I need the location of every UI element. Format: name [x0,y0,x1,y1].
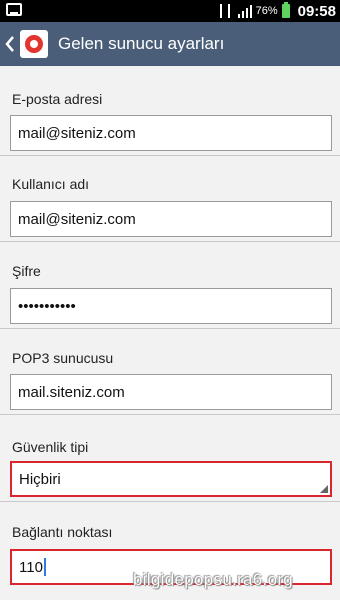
action-bar: Gelen sunucu ayarları [0,22,340,66]
security-section: Güvenlik tipi Hiçbiri [0,415,340,502]
email-app-icon[interactable] [20,30,48,58]
clock: 09:58 [297,2,336,20]
password-label: Şifre [12,263,41,279]
password-field[interactable]: ••••••••••• [10,288,332,324]
port-value: 110 [19,558,43,576]
security-label: Güvenlik tipi [12,439,89,455]
image-notification-icon [6,3,22,16]
dropdown-indicator-icon [320,485,328,493]
username-label: Kullanıcı adı [12,176,90,192]
email-label: E-posta adresi [12,91,103,107]
status-bar: 76% 09:58 [0,0,340,22]
pop3-section: POP3 sunucusu mail.siteniz.com [0,329,340,415]
signal-icon [237,4,252,18]
battery-percent: 76% [255,5,278,17]
watermark: bilgidepopsu.ra6.org [133,570,294,589]
status-right: 76% 09:58 [219,0,336,22]
settings-form: E-posta adresi mail@siteniz.com Kullanıc… [0,66,340,600]
email-section: E-posta adresi mail@siteniz.com [0,66,340,156]
password-section: Şifre ••••••••••• [0,242,340,329]
security-type-value: Hiçbiri [19,470,61,488]
username-field[interactable]: mail@siteniz.com [10,201,332,237]
page-title: Gelen sunucu ayarları [58,34,225,53]
pop3-server-field[interactable]: mail.siteniz.com [10,374,332,410]
text-cursor [43,558,46,576]
email-field[interactable]: mail@siteniz.com [10,115,332,151]
battery-icon [281,2,290,18]
username-section: Kullanıcı adı mail@siteniz.com [0,156,340,242]
port-label: Bağlantı noktası [12,524,113,540]
security-type-dropdown[interactable]: Hiçbiri [10,461,332,497]
pop3-label: POP3 sunucusu [12,350,114,366]
vibrate-icon [219,4,230,18]
back-arrow-icon[interactable] [2,22,18,66]
